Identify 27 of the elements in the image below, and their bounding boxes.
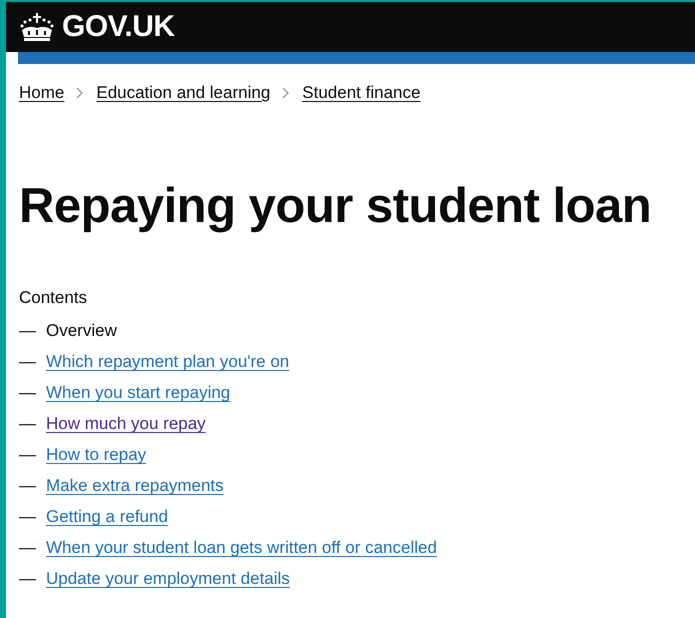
dash-marker: — [19,383,37,404]
dash-marker: — [19,445,37,466]
contents-link[interactable]: Update your employment details [46,569,290,590]
contents-link[interactable]: Make extra repayments [46,476,224,496]
logo-text[interactable]: GOV.UK [62,10,175,44]
contents-link[interactable]: When your student loan gets written off or cancelled [46,538,437,558]
breadcrumb-link[interactable]: Education and learning [96,83,270,103]
chevron-icon [76,87,84,99]
contents-heading: Contents [19,288,88,308]
dash-marker: — [19,414,37,434]
dash-marker: — [19,507,37,528]
crown-icon [19,12,55,42]
dash-marker: — [19,538,37,558]
contents-link[interactable]: How much you repay [46,414,206,434]
chevron-icon [282,87,290,99]
contents-link[interactable]: Which repayment plan you're on [46,352,290,372]
breadcrumb-link[interactable]: Student finance [302,83,420,103]
contents-link[interactable]: Getting a refund [46,507,168,528]
contents-link[interactable]: When you start repaying [46,383,230,404]
dash-marker: — [19,476,37,496]
breadcrumb-link[interactable]: Home [19,83,64,103]
dash-marker: — [19,352,37,372]
current-section: Overview [46,321,117,342]
dash-marker: — [19,569,37,590]
contents-link[interactable]: How to repay [46,445,146,466]
dash-marker: — [19,321,37,342]
page-title: Repaying your student loan [19,180,652,234]
